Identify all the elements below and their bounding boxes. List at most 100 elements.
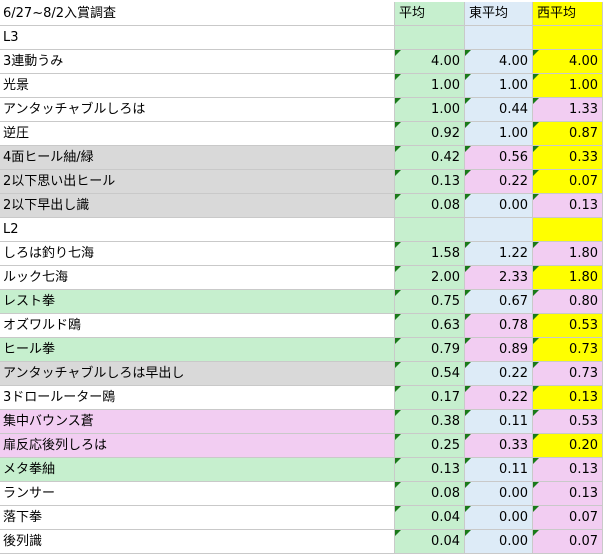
row-avg-cell[interactable]: 1.00 bbox=[395, 98, 465, 122]
row-east-cell[interactable]: 0.22 bbox=[465, 362, 533, 386]
header-avg[interactable]: 平均 bbox=[395, 2, 465, 26]
row-west-cell[interactable]: 0.07 bbox=[533, 506, 603, 530]
row-east-cell[interactable]: 0.56 bbox=[465, 146, 533, 170]
row-avg-cell[interactable]: 2.00 bbox=[395, 266, 465, 290]
row-avg-cell[interactable]: 0.75 bbox=[395, 290, 465, 314]
header-east-avg[interactable]: 東平均 bbox=[465, 2, 533, 26]
row-east-cell[interactable]: 0.44 bbox=[465, 98, 533, 122]
header-title[interactable]: 6/27~8/2入賞調査 bbox=[0, 2, 395, 26]
row-avg-cell[interactable]: 0.25 bbox=[395, 434, 465, 458]
table-row: メタ拳紬 0.13 0.11 0.13 bbox=[0, 458, 603, 482]
table-row: 3連動うみ 4.00 4.00 4.00 bbox=[0, 50, 603, 74]
table-row: 2以下早出し識 0.08 0.00 0.13 bbox=[0, 194, 603, 218]
row-east-cell[interactable]: 1.00 bbox=[465, 74, 533, 98]
row-name-cell[interactable]: 落下拳 bbox=[0, 506, 395, 530]
row-name-cell[interactable]: 光景 bbox=[0, 74, 395, 98]
row-west-cell[interactable]: 0.33 bbox=[533, 146, 603, 170]
row-avg-cell[interactable] bbox=[395, 26, 465, 50]
row-avg-cell[interactable]: 0.08 bbox=[395, 482, 465, 506]
header-west-avg[interactable]: 西平均 bbox=[533, 2, 603, 26]
row-west-cell[interactable] bbox=[533, 218, 603, 242]
row-name-cell[interactable]: ランサー bbox=[0, 482, 395, 506]
header-row: 6/27~8/2入賞調査 平均 東平均 西平均 bbox=[0, 2, 603, 26]
row-name-cell[interactable]: レスト拳 bbox=[0, 290, 395, 314]
row-east-cell[interactable] bbox=[465, 26, 533, 50]
row-east-cell[interactable]: 0.22 bbox=[465, 386, 533, 410]
row-west-cell[interactable]: 0.13 bbox=[533, 386, 603, 410]
row-avg-cell[interactable]: 4.00 bbox=[395, 50, 465, 74]
row-name-cell[interactable]: 後列識 bbox=[0, 530, 395, 554]
row-avg-cell[interactable]: 0.63 bbox=[395, 314, 465, 338]
row-avg-cell[interactable]: 0.92 bbox=[395, 122, 465, 146]
row-west-cell[interactable]: 0.53 bbox=[533, 314, 603, 338]
row-west-cell[interactable]: 0.07 bbox=[533, 530, 603, 554]
row-east-cell[interactable]: 0.11 bbox=[465, 458, 533, 482]
row-west-cell[interactable]: 0.13 bbox=[533, 482, 603, 506]
row-east-cell[interactable]: 2.33 bbox=[465, 266, 533, 290]
row-avg-cell[interactable]: 0.17 bbox=[395, 386, 465, 410]
table-row: アンタッチャブルしろは 1.00 0.44 1.33 bbox=[0, 98, 603, 122]
row-avg-cell[interactable]: 0.13 bbox=[395, 170, 465, 194]
row-east-cell[interactable]: 0.00 bbox=[465, 194, 533, 218]
row-west-cell[interactable]: 0.13 bbox=[533, 194, 603, 218]
row-west-cell[interactable]: 0.73 bbox=[533, 338, 603, 362]
table-row: 2以下思い出ヒール 0.13 0.22 0.07 bbox=[0, 170, 603, 194]
row-west-cell[interactable]: 0.73 bbox=[533, 362, 603, 386]
row-east-cell[interactable]: 0.67 bbox=[465, 290, 533, 314]
table-row: ヒール拳 0.79 0.89 0.73 bbox=[0, 338, 603, 362]
row-east-cell[interactable]: 1.00 bbox=[465, 122, 533, 146]
row-avg-cell[interactable]: 0.04 bbox=[395, 506, 465, 530]
row-avg-cell[interactable]: 0.38 bbox=[395, 410, 465, 434]
row-west-cell[interactable]: 1.33 bbox=[533, 98, 603, 122]
row-west-cell[interactable]: 0.53 bbox=[533, 410, 603, 434]
row-avg-cell[interactable]: 0.13 bbox=[395, 458, 465, 482]
row-avg-cell[interactable]: 1.00 bbox=[395, 74, 465, 98]
row-west-cell[interactable]: 0.13 bbox=[533, 458, 603, 482]
row-name-cell[interactable]: 2以下思い出ヒール bbox=[0, 170, 395, 194]
row-name-cell[interactable]: アンタッチャブルしろは bbox=[0, 98, 395, 122]
row-west-cell[interactable]: 1.80 bbox=[533, 266, 603, 290]
row-east-cell[interactable]: 0.89 bbox=[465, 338, 533, 362]
row-west-cell[interactable]: 4.00 bbox=[533, 50, 603, 74]
row-name-cell[interactable]: 逆圧 bbox=[0, 122, 395, 146]
row-east-cell[interactable]: 0.33 bbox=[465, 434, 533, 458]
row-west-cell[interactable]: 1.80 bbox=[533, 242, 603, 266]
row-name-cell[interactable]: 2以下早出し識 bbox=[0, 194, 395, 218]
row-west-cell[interactable]: 0.80 bbox=[533, 290, 603, 314]
row-avg-cell[interactable]: 0.04 bbox=[395, 530, 465, 554]
row-east-cell[interactable]: 0.00 bbox=[465, 530, 533, 554]
row-west-cell[interactable]: 0.07 bbox=[533, 170, 603, 194]
row-avg-cell[interactable]: 1.58 bbox=[395, 242, 465, 266]
row-east-cell[interactable]: 0.22 bbox=[465, 170, 533, 194]
row-name-cell[interactable]: アンタッチャブルしろは早出し bbox=[0, 362, 395, 386]
row-name-cell[interactable]: 扉反応後列しろは bbox=[0, 434, 395, 458]
row-east-cell[interactable]: 0.78 bbox=[465, 314, 533, 338]
row-name-cell[interactable]: 3連動うみ bbox=[0, 50, 395, 74]
row-east-cell[interactable]: 0.11 bbox=[465, 410, 533, 434]
row-avg-cell[interactable]: 0.54 bbox=[395, 362, 465, 386]
row-name-cell[interactable]: オズワルド鴎 bbox=[0, 314, 395, 338]
row-west-cell[interactable]: 1.00 bbox=[533, 74, 603, 98]
row-name-cell[interactable]: 3ドロールーター鴎 bbox=[0, 386, 395, 410]
row-avg-cell[interactable] bbox=[395, 218, 465, 242]
row-name-cell[interactable]: L2 bbox=[0, 218, 395, 242]
row-avg-cell[interactable]: 0.79 bbox=[395, 338, 465, 362]
row-east-cell[interactable]: 0.00 bbox=[465, 506, 533, 530]
row-east-cell[interactable] bbox=[465, 218, 533, 242]
row-name-cell[interactable]: しろは釣り七海 bbox=[0, 242, 395, 266]
row-name-cell[interactable]: 集中バウンス蒼 bbox=[0, 410, 395, 434]
row-name-cell[interactable]: L3 bbox=[0, 26, 395, 50]
row-name-cell[interactable]: 4面ヒール紬/緑 bbox=[0, 146, 395, 170]
row-west-cell[interactable]: 0.20 bbox=[533, 434, 603, 458]
row-east-cell[interactable]: 0.00 bbox=[465, 482, 533, 506]
row-name-cell[interactable]: メタ拳紬 bbox=[0, 458, 395, 482]
row-name-cell[interactable]: ルック七海 bbox=[0, 266, 395, 290]
row-name-cell[interactable]: ヒール拳 bbox=[0, 338, 395, 362]
row-west-cell[interactable] bbox=[533, 26, 603, 50]
row-west-cell[interactable]: 0.87 bbox=[533, 122, 603, 146]
row-avg-cell[interactable]: 0.42 bbox=[395, 146, 465, 170]
row-east-cell[interactable]: 1.22 bbox=[465, 242, 533, 266]
row-east-cell[interactable]: 4.00 bbox=[465, 50, 533, 74]
table-row: 逆圧 0.92 1.00 0.87 bbox=[0, 122, 603, 146]
row-avg-cell[interactable]: 0.08 bbox=[395, 194, 465, 218]
